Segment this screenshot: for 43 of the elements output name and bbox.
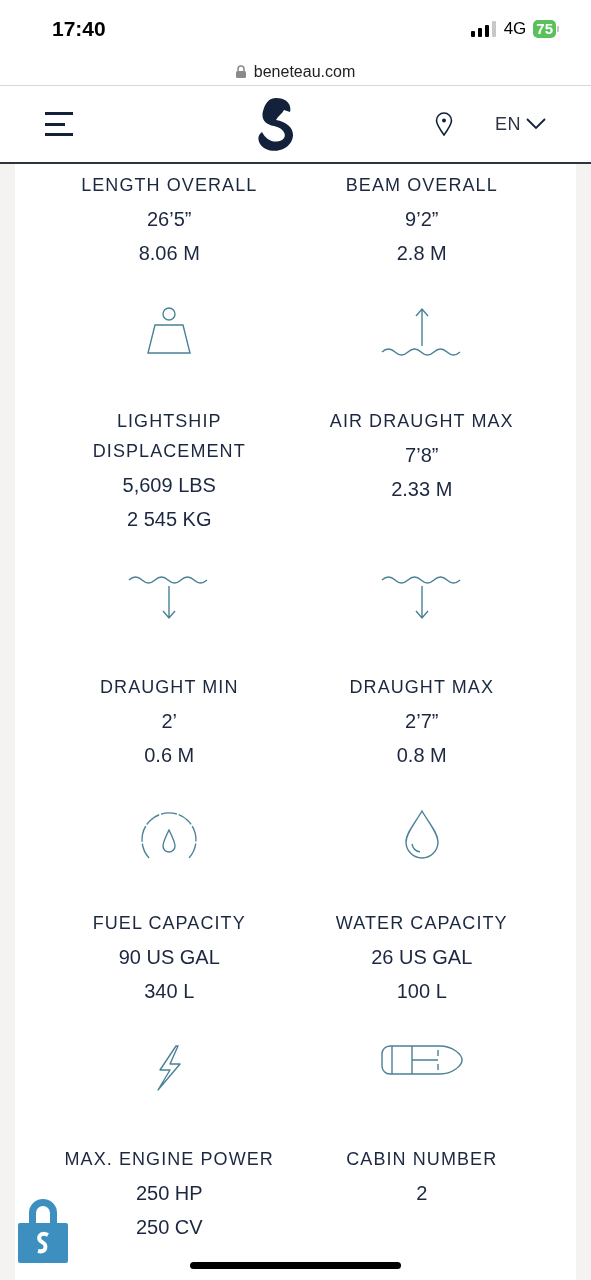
spec-value: 8.06 M	[138, 241, 200, 266]
spec-value: 0.8 M	[396, 743, 447, 768]
url-text[interactable]: beneteau.com	[253, 59, 356, 84]
spec-value: 250 CV	[135, 1215, 203, 1240]
spec-value: 90 US GAL	[118, 945, 220, 970]
spec-value: 26’5”	[147, 207, 192, 232]
network-type: 4G	[503, 18, 527, 41]
spec-value: 2 545 KG	[127, 507, 212, 532]
spec-label: BEAM OVERALL	[345, 174, 498, 197]
menu-icon[interactable]	[45, 112, 75, 136]
spec-label: DRAUGHT MIN	[99, 676, 239, 699]
spec-label: FUEL CAPACITY	[92, 912, 246, 935]
spec-value: 100 L	[396, 979, 447, 1004]
spec-value: 5,609 LBS	[122, 473, 216, 498]
location-pin-icon[interactable]	[435, 112, 454, 136]
spec-value: 2.33 M	[391, 477, 453, 502]
weight-icon	[145, 306, 194, 356]
spec-value: 2’7”	[405, 709, 439, 734]
spec-label: LENGTH OVERALL	[81, 174, 258, 197]
spec-label: LIGHTSHIP	[116, 410, 222, 433]
boat-layout-icon	[379, 1044, 464, 1076]
spec-value: 250 HP	[135, 1181, 203, 1206]
spec-value: 2’	[161, 709, 178, 734]
spec-value: 2	[416, 1181, 428, 1206]
spec-label: MAX. ENGINE POWER	[64, 1148, 274, 1171]
lock-icon	[235, 65, 246, 78]
spec-value: 26 US GAL	[371, 945, 473, 970]
signal-icon	[470, 21, 497, 37]
spec-value: 2.8 M	[396, 241, 447, 266]
spec-label: CABIN NUMBER	[346, 1148, 498, 1171]
spec-value: 7’8”	[405, 443, 439, 468]
spec-label: DISPLACEMENT	[92, 440, 246, 463]
spec-label: WATER CAPACITY	[335, 912, 508, 935]
chevron-down-icon	[526, 118, 546, 130]
status-time: 17:40	[52, 16, 106, 43]
language-selector[interactable]: EN	[495, 110, 546, 138]
spec-value: 0.6 M	[144, 743, 195, 768]
spec-value: 9’2”	[405, 207, 439, 232]
spec-label: DRAUGHT MAX	[349, 676, 495, 699]
spec-value: 340 L	[144, 979, 195, 1004]
water-drop-icon	[402, 808, 441, 860]
spec-label: AIR DRAUGHT MAX	[329, 410, 514, 433]
battery-icon: 75	[533, 20, 559, 38]
